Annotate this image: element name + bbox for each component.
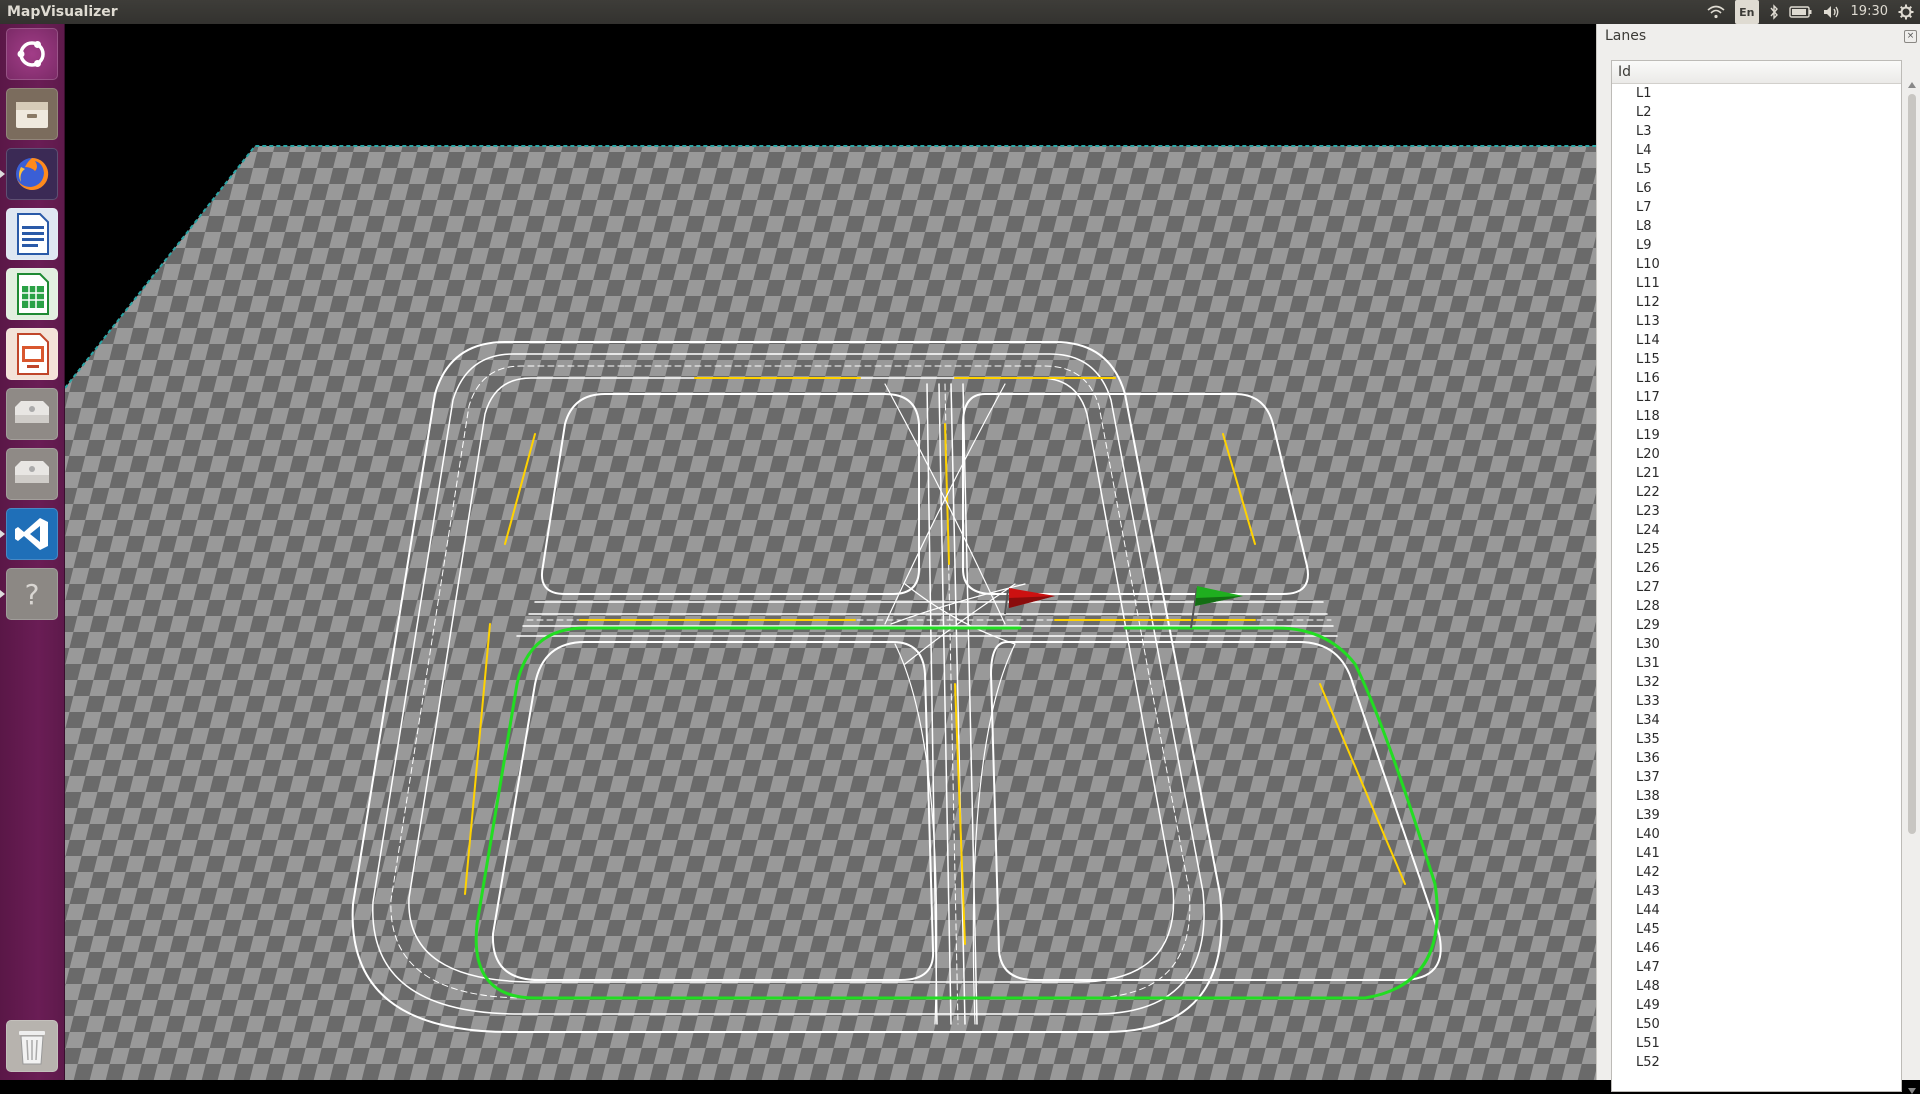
lane-list-item[interactable]: L12 (1612, 293, 1901, 312)
lane-list-item[interactable]: L34 (1612, 711, 1901, 730)
panel-title: Lanes (1605, 28, 1647, 44)
lane-list-item[interactable]: L26 (1612, 559, 1901, 578)
lane-list-item[interactable]: L45 (1612, 920, 1901, 939)
files-icon[interactable] (6, 88, 58, 140)
lane-list-item[interactable]: L4 (1612, 141, 1901, 160)
lanes-table[interactable]: Id L1 L2 L3 L4 L5 L6 L7 L8 L9 L10 L11 L12 L13 L14 L15 L… (1611, 60, 1902, 1092)
libreoffice-writer-icon[interactable] (6, 208, 58, 260)
lane-list-item[interactable]: L21 (1612, 464, 1901, 483)
drive-icon[interactable] (6, 448, 58, 500)
volume-icon[interactable] (1823, 0, 1841, 24)
wifi-icon[interactable] (1707, 0, 1725, 24)
launcher: ? (0, 24, 65, 1080)
scroll-down-arrow-icon[interactable] (1908, 1088, 1916, 1094)
lane-list-item[interactable]: L49 (1612, 996, 1901, 1015)
battery-icon[interactable] (1788, 0, 1813, 24)
lane-list-item[interactable]: L1 (1612, 84, 1901, 103)
lane-list-item[interactable]: L5 (1612, 160, 1901, 179)
lane-list: L1 L2 L3 L4 L5 L6 L7 L8 L9 L10 L11 L12 L13 L14 L15 L16 L… (1612, 84, 1901, 1072)
lane-list-item[interactable]: L32 (1612, 673, 1901, 692)
vscode-icon[interactable] (0, 508, 58, 560)
firefox-icon[interactable] (0, 148, 58, 200)
indicator-area: En 19:30 (1707, 0, 1914, 24)
lane-list-item[interactable]: L39 (1612, 806, 1901, 825)
keyboard-layout-indicator[interactable]: En (1735, 0, 1759, 24)
lane-list-item[interactable]: L7 (1612, 198, 1901, 217)
ground-plane (65, 146, 1596, 1080)
lane-list-item[interactable]: L6 (1612, 179, 1901, 198)
lane-list-item[interactable]: L23 (1612, 502, 1901, 521)
lane-list-item[interactable]: L17 (1612, 388, 1901, 407)
lane-list-item[interactable]: L20 (1612, 445, 1901, 464)
lane-list-item[interactable]: L19 (1612, 426, 1901, 445)
unknown-app-icon[interactable]: ? (0, 568, 58, 620)
column-header-id[interactable]: Id (1612, 61, 1901, 84)
lane-list-item[interactable]: L27 (1612, 578, 1901, 597)
vertical-scrollbar[interactable] (1907, 82, 1917, 1094)
lane-list-item[interactable]: L3 (1612, 122, 1901, 141)
lane-list-item[interactable]: L52 (1612, 1053, 1901, 1072)
running-indicator (0, 530, 5, 538)
lane-list-item[interactable]: L36 (1612, 749, 1901, 768)
scroll-up-arrow-icon[interactable] (1908, 82, 1916, 88)
lane-list-item[interactable]: L33 (1612, 692, 1901, 711)
bluetooth-icon[interactable] (1769, 0, 1779, 24)
lane-list-item[interactable]: L35 (1612, 730, 1901, 749)
lane-list-item[interactable]: L22 (1612, 483, 1901, 502)
lane-list-item[interactable]: L41 (1612, 844, 1901, 863)
lane-list-item[interactable]: L48 (1612, 977, 1901, 996)
lane-list-item[interactable]: L38 (1612, 787, 1901, 806)
lane-list-item[interactable]: L11 (1612, 274, 1901, 293)
running-indicator (0, 170, 5, 178)
drive-icon[interactable] (6, 388, 58, 440)
lane-list-item[interactable]: L50 (1612, 1015, 1901, 1034)
lane-list-item[interactable]: L15 (1612, 350, 1901, 369)
lane-list-item[interactable]: L47 (1612, 958, 1901, 977)
lane-list-item[interactable]: L9 (1612, 236, 1901, 255)
lane-list-item[interactable]: L14 (1612, 331, 1901, 350)
lane-list-item[interactable]: L37 (1612, 768, 1901, 787)
lanes-panel: Lanes × Id L1 L2 L3 L4 L5 L6 L7 L8 L9 L10 L11 L12 L1… (1596, 24, 1920, 1094)
ubuntu-dash-icon[interactable] (6, 28, 58, 80)
running-indicator (0, 590, 5, 598)
libreoffice-calc-icon[interactable] (6, 268, 58, 320)
lane-list-item[interactable]: L30 (1612, 635, 1901, 654)
lane-list-item[interactable]: L31 (1612, 654, 1901, 673)
lane-list-item[interactable]: L28 (1612, 597, 1901, 616)
lane-list-item[interactable]: L13 (1612, 312, 1901, 331)
scroll-thumb[interactable] (1908, 94, 1916, 834)
lane-list-item[interactable]: L2 (1612, 103, 1901, 122)
lane-list-item[interactable]: L44 (1612, 901, 1901, 920)
lane-list-item[interactable]: L10 (1612, 255, 1901, 274)
gear-icon[interactable] (1898, 0, 1914, 24)
app-title: MapVisualizer (7, 4, 118, 20)
lane-list-item[interactable]: L43 (1612, 882, 1901, 901)
lane-list-item[interactable]: L42 (1612, 863, 1901, 882)
lane-list-item[interactable]: L16 (1612, 369, 1901, 388)
clock[interactable]: 19:30 (1851, 0, 1888, 24)
lane-list-item[interactable]: L46 (1612, 939, 1901, 958)
map-viewport[interactable] (65, 24, 1596, 1080)
lane-list-item[interactable]: L18 (1612, 407, 1901, 426)
trash-icon[interactable] (6, 1020, 58, 1072)
lane-list-item[interactable]: L24 (1612, 521, 1901, 540)
lane-list-item[interactable]: L25 (1612, 540, 1901, 559)
lane-list-item[interactable]: L40 (1612, 825, 1901, 844)
svg-text:?: ? (25, 578, 40, 611)
top-panel: MapVisualizer En 19:30 (0, 0, 1920, 24)
libreoffice-impress-icon[interactable] (6, 328, 58, 380)
lane-list-item[interactable]: L29 (1612, 616, 1901, 635)
lane-list-item[interactable]: L51 (1612, 1034, 1901, 1053)
lane-list-item[interactable]: L8 (1612, 217, 1901, 236)
close-icon[interactable]: × (1904, 30, 1917, 43)
